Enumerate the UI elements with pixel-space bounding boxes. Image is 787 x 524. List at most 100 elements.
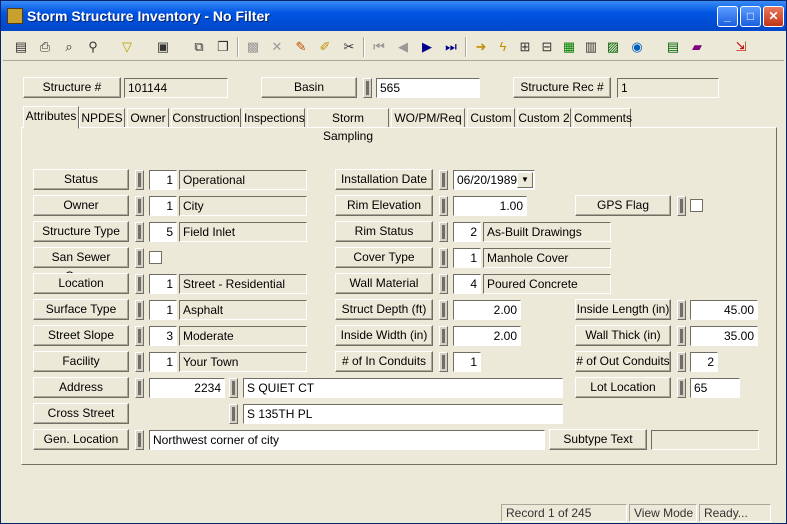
inside-width-button[interactable]: Inside Width (in) [335, 325, 433, 346]
exit-icon[interactable]: ⇲ [731, 37, 751, 57]
owner-code-field[interactable]: 1 [149, 196, 177, 216]
scissors-icon[interactable]: ✂ [339, 37, 359, 57]
street-slope-code-field[interactable]: 3 [149, 326, 177, 346]
rim-elevation-field[interactable]: 1.00 [453, 196, 527, 216]
out-conduits-button[interactable]: # of Out Conduits [575, 351, 671, 372]
rim-status-button[interactable]: Rim Status [335, 221, 433, 242]
structure-number-button[interactable]: Structure # [23, 77, 121, 98]
inside-width-field[interactable]: 2.00 [453, 326, 521, 346]
delete-icon[interactable]: ✕ [267, 37, 287, 57]
owner-button[interactable]: Owner [33, 195, 129, 216]
gen-location-field[interactable]: Northwest corner of city [149, 430, 545, 450]
tab-custom[interactable]: Custom [467, 108, 515, 128]
wall-material-button[interactable]: Wall Material [335, 273, 433, 294]
map2-icon[interactable]: ▨ [603, 37, 623, 57]
last-record-icon[interactable]: ⏭ [441, 37, 461, 57]
tab-custom-2[interactable]: Custom 2 [517, 108, 571, 128]
gps-flag-button[interactable]: GPS Flag [575, 195, 671, 216]
calculator-icon[interactable]: ▥ [581, 37, 601, 57]
lot-location-button[interactable]: Lot Location [575, 377, 671, 398]
street-slope-button[interactable]: Street Slope [33, 325, 129, 346]
tree-icon[interactable]: ⊞ [515, 37, 535, 57]
maximize-button[interactable]: □ [740, 6, 761, 27]
location-button[interactable]: Location [33, 273, 129, 294]
surface-type-button[interactable]: Surface Type [33, 299, 129, 320]
structure-type-code-field[interactable]: 5 [149, 222, 177, 242]
facility-code-field[interactable]: 1 [149, 352, 177, 372]
grid-icon[interactable]: ▤ [663, 37, 683, 57]
tab-npdes[interactable]: NPDES [79, 108, 125, 128]
map-icon[interactable]: ▦ [559, 37, 579, 57]
inside-length-button[interactable]: Inside Length (in) [575, 299, 671, 320]
san-sewer-conn-button[interactable]: San Sewer Conn. [33, 247, 129, 283]
address-street-field[interactable]: S QUIET CT [243, 378, 563, 398]
out-conduits-field[interactable]: 2 [690, 352, 718, 372]
prev-record-icon[interactable]: ◀ [393, 37, 413, 57]
lot-location-field[interactable]: 65 [690, 378, 740, 398]
tab-construction[interactable]: Construction [171, 108, 241, 128]
gen-location-button[interactable]: Gen. Location [33, 429, 129, 450]
basin-button[interactable]: Basin [261, 77, 357, 98]
hierarchy-icon[interactable]: ⊟ [537, 37, 557, 57]
edit-icon[interactable]: ✐ [315, 37, 335, 57]
chevron-down-icon[interactable]: ▼ [517, 172, 533, 188]
draw-icon[interactable]: ✎ [291, 37, 311, 57]
cover-type-button[interactable]: Cover Type [335, 247, 433, 268]
gps-flag-checkbox[interactable] [690, 199, 703, 212]
copy-icon[interactable]: ⧉ [189, 37, 209, 57]
in-conduits-field[interactable]: 1 [453, 352, 481, 372]
print-icon[interactable]: ⎙ [35, 37, 55, 57]
location-code-field[interactable]: 1 [149, 274, 177, 294]
cut-icon[interactable]: ▩ [243, 37, 263, 57]
wall-thick-field[interactable]: 35.00 [690, 326, 758, 346]
basin-field[interactable]: 565 [376, 78, 480, 98]
installation-date-combo[interactable]: 06/20/1989 ▼ [453, 170, 535, 190]
next-record-icon[interactable]: ▶ [417, 37, 437, 57]
tab-attributes[interactable]: Attributes [23, 106, 79, 129]
minimize-button[interactable]: _ [717, 6, 738, 27]
subtype-text-button[interactable]: Subtype Text [549, 429, 647, 450]
tab-inspections[interactable]: Inspections [243, 108, 305, 128]
close-button[interactable]: ✕ [763, 6, 784, 27]
installation-date-button[interactable]: Installation Date [335, 169, 433, 190]
structure-rec-button[interactable]: Structure Rec # [513, 77, 611, 98]
cross-street-field[interactable]: S 135TH PL [243, 404, 563, 424]
structure-rec-field[interactable]: 1 [617, 78, 719, 98]
go-icon[interactable]: ➜ [471, 37, 491, 57]
surface-type-code-field[interactable]: 1 [149, 300, 177, 320]
san-sewer-checkbox[interactable] [149, 251, 162, 264]
cover-type-code-field[interactable]: 1 [453, 248, 481, 268]
in-conduits-button[interactable]: # of In Conduits [335, 351, 433, 372]
preview-icon[interactable]: ⌕ [59, 37, 79, 57]
lightning-icon[interactable]: ϟ [493, 37, 513, 57]
structure-type-button[interactable]: Structure Type [33, 221, 129, 242]
book-icon[interactable]: ▰ [687, 37, 707, 57]
tab-comments[interactable]: Comments [573, 108, 632, 128]
structure-number-field[interactable]: 101144 [124, 78, 228, 98]
wall-thick-button[interactable]: Wall Thick (in) [575, 325, 671, 346]
status-code-field[interactable]: 1 [149, 170, 177, 190]
facility-button[interactable]: Facility [33, 351, 129, 372]
tab-wo-pm-req[interactable]: WO/PM/Req [391, 108, 465, 128]
filter-icon[interactable]: ▽ [117, 37, 137, 57]
struct-depth-field[interactable]: 2.00 [453, 300, 521, 320]
toolbar: ▤ ⎙ ⌕ ⚲ ▽ ▣ ⧉ ❐ ▩ ✕ ✎ ✐ ✂ ⏮ ◀ ▶ ⏭ ➜ ϟ ⊞ … [3, 33, 784, 61]
cross-street-button[interactable]: Cross Street [33, 403, 129, 424]
struct-depth-button[interactable]: Struct Depth (ft) [335, 299, 433, 320]
status-button[interactable]: Status [33, 169, 129, 190]
wall-material-code-field[interactable]: 4 [453, 274, 481, 294]
tab-storm-sampling[interactable]: Storm Sampling [307, 108, 389, 143]
tab-owner[interactable]: Owner [127, 108, 169, 128]
required-marker [439, 222, 448, 242]
report-icon[interactable]: ▣ [153, 37, 173, 57]
inside-length-field[interactable]: 45.00 [690, 300, 758, 320]
address-button[interactable]: Address [33, 377, 129, 398]
globe-icon[interactable]: ◉ [627, 37, 647, 57]
rim-elevation-button[interactable]: Rim Elevation [335, 195, 433, 216]
rim-status-code-field[interactable]: 2 [453, 222, 481, 242]
address-number-field[interactable]: 2234 [149, 378, 225, 398]
first-record-icon[interactable]: ⏮ [369, 37, 389, 57]
save-icon[interactable]: ▤ [11, 37, 31, 57]
find-icon[interactable]: ⚲ [83, 37, 103, 57]
paste-icon[interactable]: ❐ [213, 37, 233, 57]
